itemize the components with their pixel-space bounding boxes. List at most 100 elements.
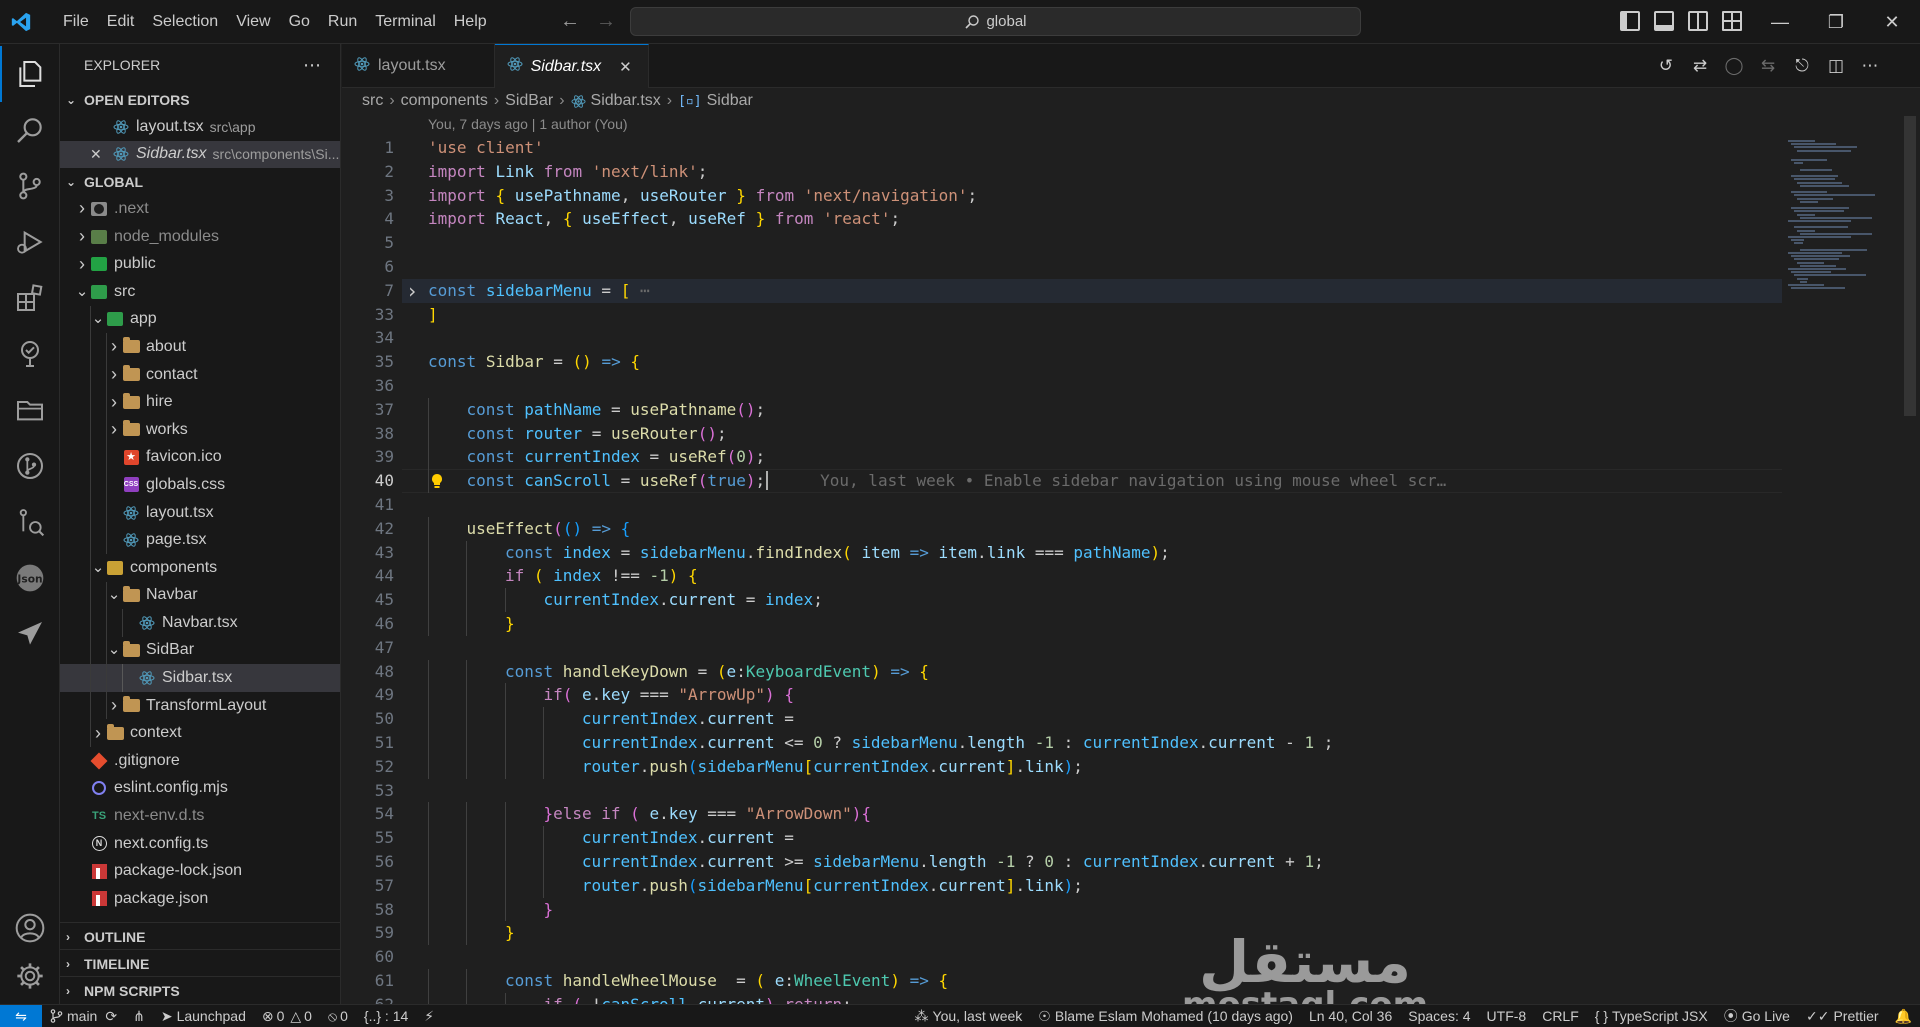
language-status[interactable]: { } TypeScript JSX [1587,1008,1716,1024]
chevron-right-icon[interactable]: › [106,695,122,716]
file-tree-file[interactable]: Sidbar.tsx [60,664,340,692]
file-tree-file[interactable]: package.json [60,885,340,913]
search-view-icon[interactable] [0,102,60,158]
toggle-secondary-sidebar-icon[interactable] [1688,11,1708,31]
chevron-down-icon[interactable]: ⌄ [90,311,106,326]
git-graph-icon[interactable] [0,438,60,494]
previous-change-icon[interactable]: ◯ [1724,56,1744,76]
file-tree-folder[interactable]: › hire [60,388,340,416]
problems-status[interactable]: ⊗ 0 △ 0 [254,1008,320,1025]
ports-status[interactable]: ⦸ 0 [320,1008,356,1025]
send-request-icon[interactable] [0,606,60,662]
more-actions-icon[interactable]: ⋯ [303,55,322,76]
source-control-icon[interactable] [0,158,60,214]
tab-layout-tsx[interactable]: layout.tsx [342,44,495,88]
sync-icon[interactable]: ⟳ [105,1008,117,1025]
chevron-right-icon[interactable]: › [74,226,90,247]
file-tree-folder[interactable]: › contact [60,360,340,389]
minimap[interactable] [1782,116,1902,1004]
compare-changes-icon[interactable]: ⇄ [1690,56,1710,76]
go-live-status[interactable]: ⦿ Go Live [1716,1006,1798,1026]
open-editors-section[interactable]: ⌄ OPEN EDITORS [60,86,340,113]
file-tree-folder[interactable]: › .next [60,195,340,223]
notifications-status[interactable]: 🔔 [1887,1008,1920,1025]
menu-view[interactable]: View [227,13,279,31]
more-editor-actions-icon[interactable]: ⋯ [1860,56,1880,76]
back-arrow-icon[interactable]: ← [560,10,580,33]
file-tree-folder[interactable]: ⌄ src [60,278,340,306]
file-tree-file[interactable]: CSS globals.css [60,471,340,499]
chevron-right-icon[interactable]: › [90,723,106,744]
editor-scrollbar[interactable] [1902,116,1916,1004]
menu-help[interactable]: Help [445,13,496,31]
file-tree-folder[interactable]: ⌄ components [60,553,340,582]
gitlens-inspect-icon[interactable] [0,494,60,550]
git-lens-icon[interactable]: ⎋ [1792,56,1812,76]
chevron-right-icon[interactable]: › [106,419,122,440]
chevron-right-icon[interactable]: › [74,198,90,219]
command-center-search[interactable]: global [630,7,1361,36]
close-editor-icon[interactable]: ✕ [90,146,112,163]
chevron-down-icon[interactable]: ⌄ [106,587,122,602]
file-tree-file[interactable]: Navbar.tsx [60,609,340,637]
restore-icon[interactable]: ❐ [1808,0,1864,44]
timeline-section[interactable]: › TIMELINE [60,949,340,977]
branch-status[interactable]: main ⟳ [42,1008,125,1025]
file-tree-folder[interactable]: ⌄ SidBar [60,636,340,665]
forward-arrow-icon[interactable]: → [596,10,616,33]
eol-status[interactable]: CRLF [1534,1008,1587,1024]
fold-chevron-icon[interactable]: › [406,281,418,301]
blame-short-status[interactable]: ⁂ You, last week [907,1008,1031,1025]
remote-indicator-icon[interactable]: ⇋ [0,1004,42,1027]
file-tree-folder[interactable]: › node_modules [60,223,340,251]
explorer-icon[interactable] [0,46,60,102]
close-window-icon[interactable]: ✕ [1864,0,1920,44]
breadcrumb-sidbar-folder[interactable]: SidBar [505,92,553,110]
settings-gear-icon[interactable] [0,948,60,1004]
file-tree-file[interactable]: eslint.config.mjs [60,775,340,803]
open-editor-item-active[interactable]: ✕ Sidbar.tsx src\components\Si... [60,140,340,169]
chevron-right-icon[interactable]: › [74,254,90,275]
file-tree-file[interactable]: layout.tsx [60,498,340,527]
next-change-icon[interactable]: ⇆ [1758,56,1778,76]
codelens-author[interactable]: You, 7 days ago | 1 author (You) [428,116,628,132]
toggle-panel-icon[interactable] [1654,11,1674,31]
scrollbar-thumb[interactable] [1904,116,1916,416]
menu-terminal[interactable]: Terminal [366,13,444,31]
file-tree-folder[interactable]: › about [60,333,340,361]
toggle-primary-sidebar-icon[interactable] [1620,11,1640,31]
file-tree-folder[interactable]: › context [60,719,340,748]
testing-tree-icon[interactable] [0,326,60,382]
gitlens-graph-status[interactable]: ⋔ [125,1008,153,1025]
chevron-right-icon[interactable]: › [106,392,122,413]
menu-run[interactable]: Run [319,13,366,31]
launchpad-status[interactable]: ➤ Launchpad [153,1008,254,1025]
braces-status[interactable]: {..} : 14 [356,1008,416,1024]
chevron-right-icon[interactable]: › [106,336,122,357]
timeline-history-icon[interactable]: ↺ [1656,56,1676,76]
extensions-icon[interactable] [0,270,60,326]
chevron-down-icon[interactable]: ⌄ [74,284,90,299]
breadcrumb-symbol[interactable]: Sidbar [707,92,753,110]
tab-sidbar-tsx[interactable]: Sidbar.tsx ✕ [494,44,649,88]
cursor-position-status[interactable]: Ln 40, Col 36 [1301,1008,1400,1024]
run-debug-icon[interactable] [0,214,60,270]
remote-explorer-icon[interactable] [0,382,60,438]
file-tree-file[interactable]: .gitignore [60,747,340,775]
menu-file[interactable]: File [54,13,98,31]
indentation-status[interactable]: Spaces: 4 [1400,1008,1478,1024]
outline-section[interactable]: › OUTLINE [60,922,340,950]
file-tree-file[interactable]: ★ favicon.ico [60,443,340,472]
file-tree-folder[interactable]: › works [60,415,340,444]
workspace-root-section[interactable]: ⌄ GLOBAL [60,168,340,195]
menu-edit[interactable]: Edit [98,13,144,31]
menu-go[interactable]: Go [280,13,319,31]
prettier-status[interactable]: ✓✓ Prettier [1798,1008,1887,1025]
file-tree-folder[interactable]: › TransformLayout [60,691,340,720]
customize-layout-icon[interactable] [1722,11,1742,31]
breadcrumb-file[interactable]: Sidbar.tsx [591,92,661,110]
inline-blame[interactable]: You, last week • Enable sidebar navigati… [820,471,1446,490]
lightning-status[interactable]: ⚡ [416,1008,442,1025]
file-tree-folder[interactable]: › public [60,250,340,278]
file-tree-folder[interactable]: ⌄ Navbar [60,581,340,610]
